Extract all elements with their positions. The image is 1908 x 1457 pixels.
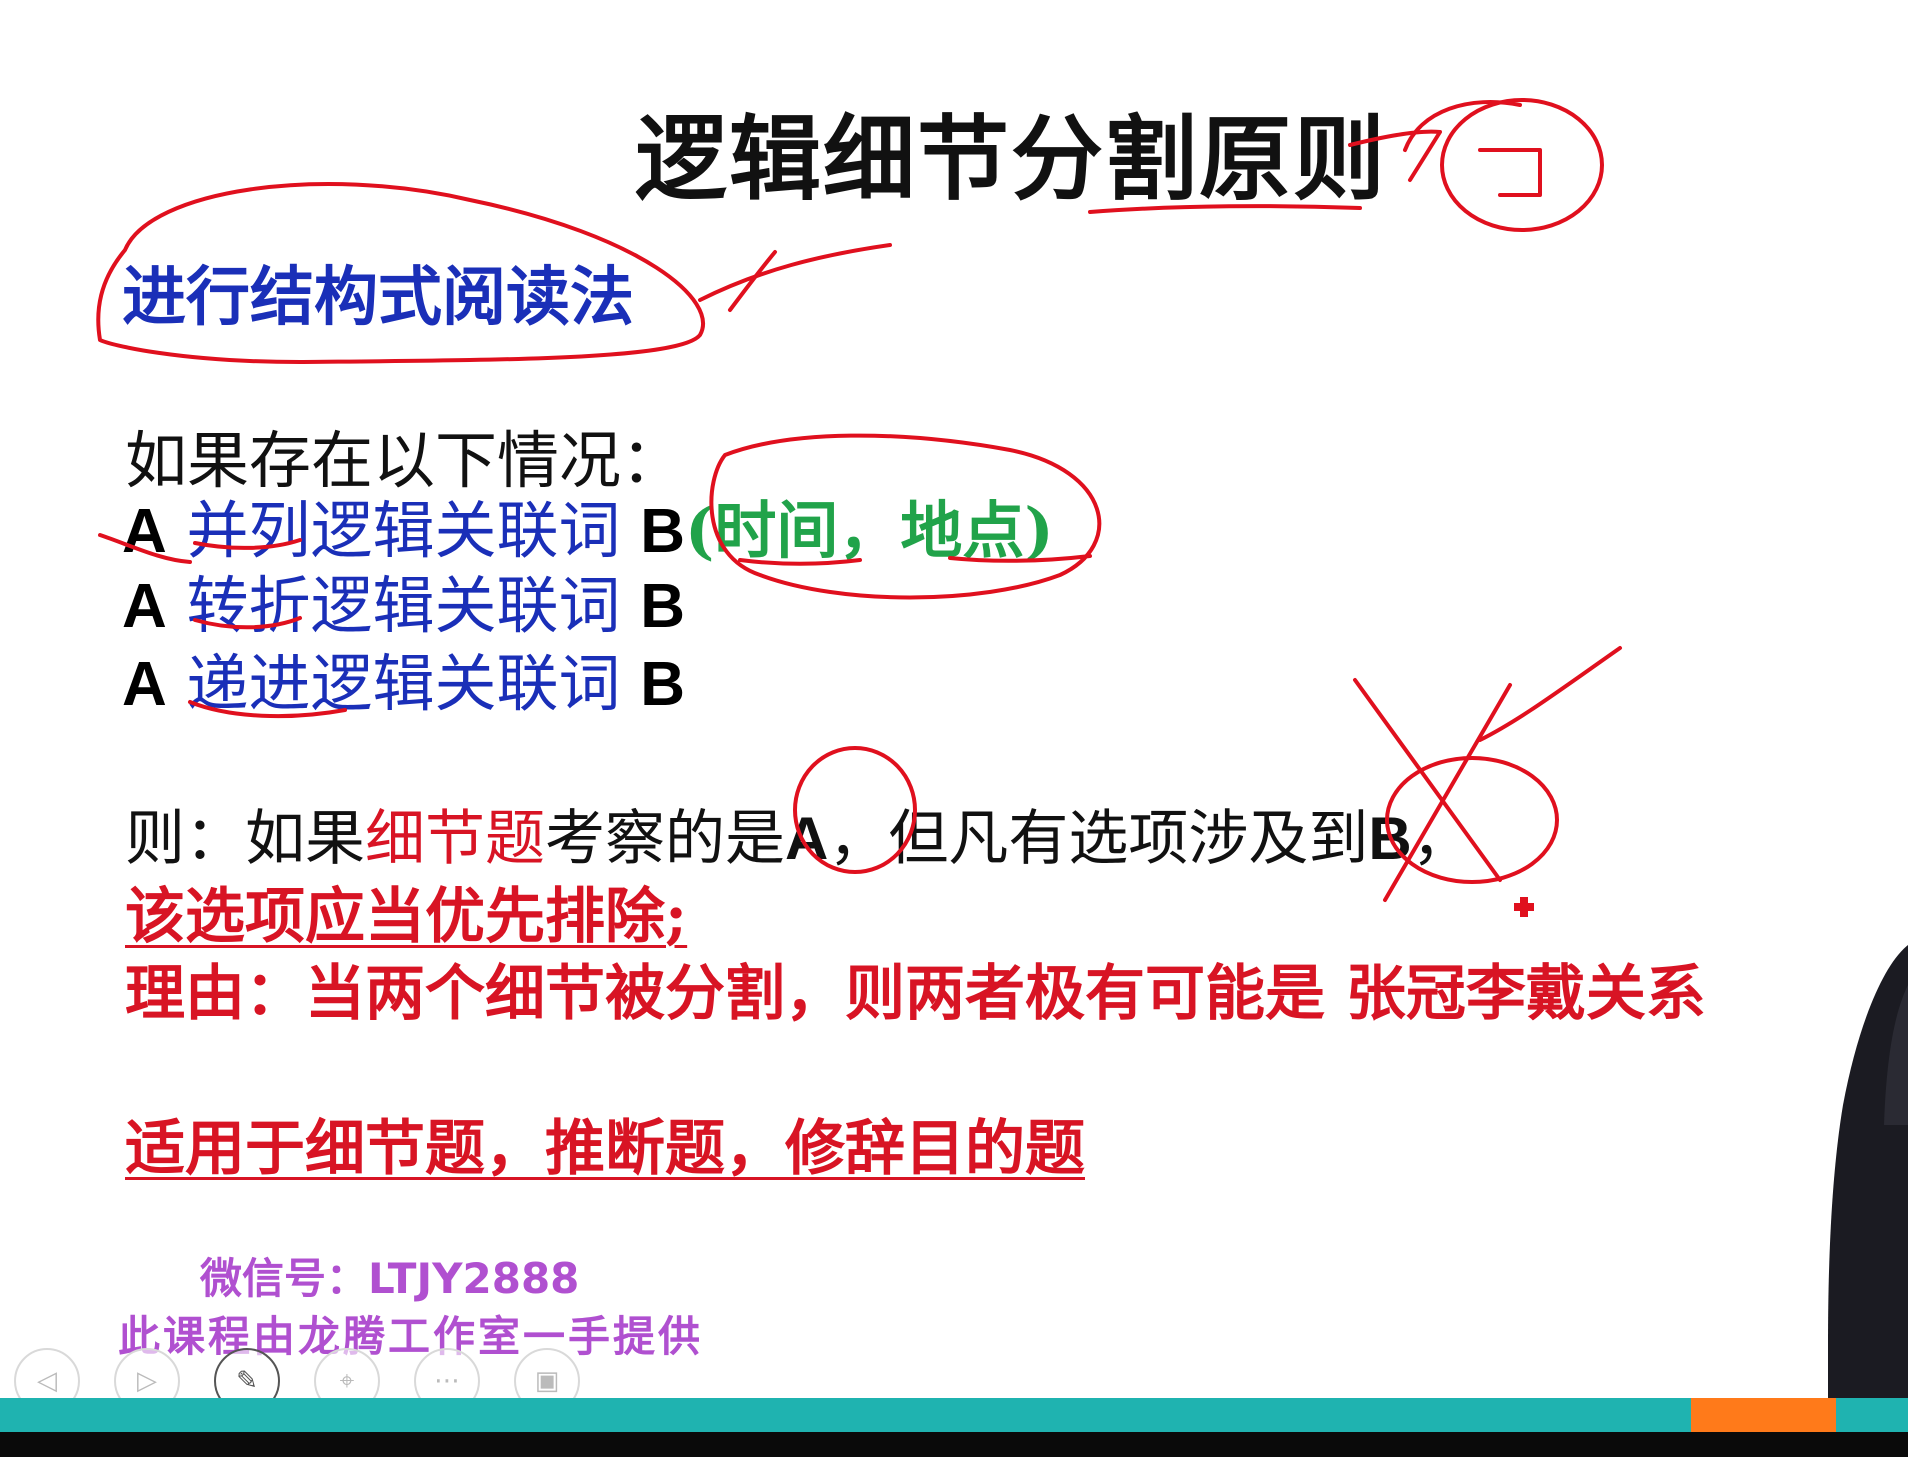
ink-subtitle-arrow-head	[728, 250, 777, 312]
rule-a: A	[785, 805, 829, 872]
rule-highlight: 细节题	[365, 804, 545, 874]
ink-title-circle	[1440, 98, 1604, 232]
rule-line: 则：如果细节题考察的是A，但凡有选项涉及到B，	[125, 790, 1472, 877]
relation-a-label: A	[122, 650, 167, 719]
footer-accent	[1691, 1398, 1836, 1432]
slide-footer-bar	[0, 1398, 1908, 1432]
relation-note: (时间，地点)	[685, 494, 1054, 567]
ink-title-mark	[1478, 148, 1542, 197]
rule-middle2: ，但凡有选项涉及到	[828, 804, 1369, 874]
relation-b-label: B	[640, 650, 686, 719]
relation-keyword: 转折逻辑关联词	[186, 569, 621, 642]
relation-row-contrast: A 转折逻辑关联词 B	[122, 555, 685, 645]
video-bottom-border	[0, 1432, 1908, 1457]
ink-check	[1478, 646, 1622, 742]
ink-title-scribble	[1403, 100, 1522, 152]
lecture-slide: 逻辑细节分割原则 进行结构式阅读法 如果存在以下情况： A 并列逻辑关联词 B(…	[0, 0, 1908, 1457]
slide-subtitle: 进行结构式阅读法	[122, 261, 634, 335]
course-watermark: 此课程由龙腾工作室一手提供	[118, 1312, 704, 1361]
ink-subtitle-arrow	[698, 243, 892, 302]
slide-title: 逻辑细节分割原则	[635, 106, 1388, 213]
rule-prefix: 则：如果	[125, 804, 365, 874]
laser-pointer-icon	[1514, 897, 1534, 917]
pen-annotations	[96, 98, 1622, 917]
rule-b: B	[1368, 805, 1412, 872]
reason-text: 理由：当两个细节被分割，则两者极有可能是 张冠李戴关系	[125, 959, 1706, 1029]
relation-keyword: 递进逻辑关联词	[186, 647, 621, 720]
rule-middle: 考察的是	[545, 804, 785, 874]
relation-row-progression: A 递进逻辑关联词 B	[122, 633, 685, 723]
presenter-video	[1828, 945, 1908, 1445]
scope-text: 适用于细节题，推断题，修辞目的题	[125, 1114, 1085, 1184]
conclusion-text: 该选项应当优先排除;	[125, 882, 688, 952]
relation-a-label: A	[122, 572, 167, 641]
relation-b-label: B	[640, 572, 686, 641]
rule-suffix: ，	[1411, 804, 1472, 874]
wechat-watermark: 微信号：LTJY2888	[200, 1254, 580, 1303]
